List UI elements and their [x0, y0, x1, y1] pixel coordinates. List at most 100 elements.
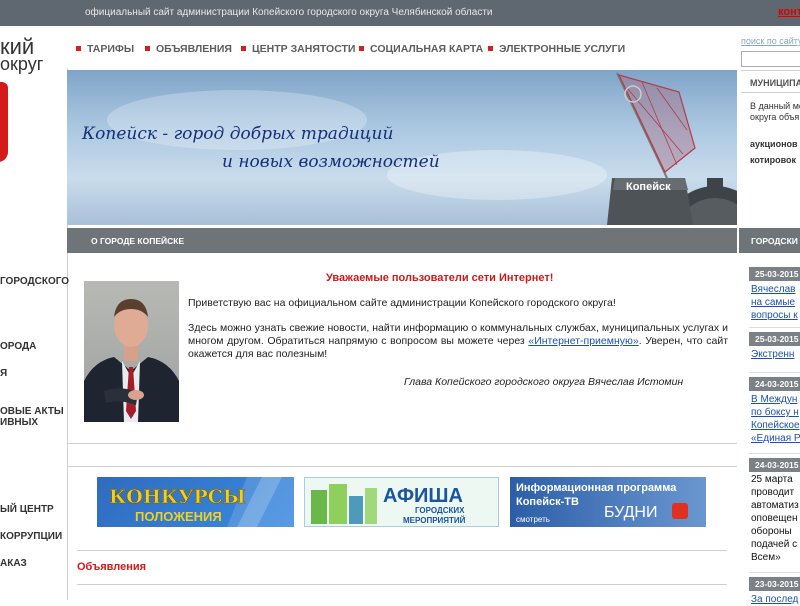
news-separator [749, 453, 800, 454]
news-text: оповещен [751, 513, 798, 524]
head-of-city-photo [84, 281, 179, 422]
top-bar: официальный сайт администрации Копейског… [0, 0, 800, 26]
search-input[interactable] [741, 51, 800, 67]
banner-slogan-line2: и новых возможностей [222, 152, 440, 172]
news-link[interactable]: вопросы к [751, 309, 798, 322]
news-date-bar: 25-03-2015 [749, 267, 800, 281]
nav-item-employment-center[interactable]: ЦЕНТР ЗАНЯТОСТИ [241, 43, 355, 55]
banner-title: Информационная программа [516, 482, 677, 494]
watch-link: смотреть [516, 515, 550, 524]
kopeysk-tv-banner[interactable]: Информационная программа Копейск-ТВ смот… [510, 477, 706, 527]
news-text: подачей с [751, 539, 798, 550]
contests-banner[interactable]: КОНКУРСЫ ПОЛОЖЕНИЯ [97, 477, 294, 527]
left-menu-item[interactable]: Я [0, 368, 7, 379]
news-date: 23-03-2015 [755, 579, 799, 589]
bullet-icon [241, 45, 246, 51]
left-menu-item[interactable]: ОРОДА [0, 341, 36, 352]
left-menu-item[interactable]: ЫЙ ЦЕНТР [0, 504, 54, 515]
news-date: 24-03-2015 [755, 379, 799, 389]
city-news-title: ГОРОДСКИ [751, 236, 798, 246]
hero-banner: Копейск [67, 70, 737, 225]
monument-label: Копейск [626, 181, 671, 193]
left-menu-item[interactable]: ОВЫЕ АКТЫ [0, 406, 64, 417]
news-date-bar: 24-03-2015 [749, 458, 800, 472]
divider [77, 550, 727, 551]
news-date: 25-03-2015 [755, 334, 799, 344]
section-title[interactable]: О ГОРОДЕ КОПЕЙСКЕ [91, 236, 184, 246]
news-date: 24-03-2015 [755, 460, 799, 470]
portrait-illustration [84, 299, 179, 422]
signature: Глава Копейского городского округа Вячес… [404, 376, 684, 388]
events-banner-art: АФИША ГОРОДСКИХ МЕРОПРИЯТИЙ [305, 478, 498, 526]
left-menu-item[interactable]: АКАЗ [0, 558, 27, 569]
left-menu-item[interactable]: ГОРОДСКОГО [0, 276, 69, 287]
bullet-icon [145, 45, 150, 51]
nav-label: ТАРИФЫ [87, 43, 135, 55]
divider [741, 70, 800, 71]
bullet-icon [359, 45, 364, 51]
section-header-bar: О ГОРОДЕ КОПЕЙСКЕ [67, 228, 737, 253]
quotations-link[interactable]: котировок [750, 155, 796, 165]
news-text: 25 марта [751, 474, 793, 485]
news-separator [749, 372, 800, 373]
logo-text-line2[interactable]: округ [0, 54, 43, 75]
news-text: Всем» [751, 552, 781, 563]
news-link[interactable]: на самые [751, 296, 795, 309]
divider [68, 466, 737, 467]
news-date-bar: 25-03-2015 [749, 332, 800, 346]
municipal-text: округа объя [750, 112, 800, 122]
news-date-bar: 23-03-2015 [749, 577, 800, 591]
tv-banner-art: Информационная программа Копейск-ТВ смот… [516, 482, 688, 524]
nav-item-social-card[interactable]: СОЦИАЛЬНАЯ КАРТА [359, 43, 483, 55]
contests-banner-art: КОНКУРСЫ ПОЛОЖЕНИЯ [109, 477, 294, 527]
news-link[interactable]: Копейское [751, 419, 800, 432]
search-label[interactable]: поиск по сайту [741, 36, 800, 49]
news-separator [749, 572, 800, 573]
nav-label: СОЦИАЛЬНАЯ КАРТА [370, 43, 484, 55]
top-right-link[interactable]: конт [778, 6, 800, 18]
bullet-icon [76, 45, 81, 51]
banner-subtitle: ГОРОДСКИХ [415, 506, 465, 515]
nav-item-e-services[interactable]: ЭЛЕКТРОННЫЕ УСЛУГИ [488, 43, 625, 55]
auctions-link[interactable]: аукционов [750, 139, 798, 149]
news-link[interactable]: «Единая Р [751, 432, 800, 445]
banner-subtitle: МЕРОПРИЯТИЙ [403, 516, 466, 525]
monument-illustration: Копейск [607, 72, 737, 225]
nav-label: ОБЪЯВЛЕНИЯ [156, 43, 232, 55]
news-link[interactable]: В Междун [751, 393, 797, 406]
welcome-paragraph: Здесь можно узнать свежие новости, найти… [188, 322, 728, 361]
municipal-text: В данный мо [750, 101, 800, 111]
banner-title: КОНКУРСЫ [109, 486, 246, 508]
events-poster-banner[interactable]: АФИША ГОРОДСКИХ МЕРОПРИЯТИЙ [304, 477, 499, 527]
banner-slogan-line1: Копейск - город добрых традиций [82, 124, 394, 144]
city-news-header: ГОРОДСКИ [739, 228, 800, 253]
welcome-text: Приветствую вас на официальном сайте адм… [188, 297, 616, 309]
news-text: обороны [751, 526, 792, 537]
news-date-bar: 24-03-2015 [749, 377, 800, 391]
internet-reception-link[interactable]: «Интернет-приемную» [528, 335, 638, 347]
welcome-heading: Уважаемые пользователи сети Интернет! [326, 272, 554, 284]
announcements-heading[interactable]: Объявления [77, 561, 146, 573]
banner-subtitle: БУДНИ [604, 504, 657, 521]
nav-item-tariffs[interactable]: ТАРИФЫ [76, 43, 134, 55]
banner-subtitle: ПОЛОЖЕНИЯ [135, 509, 222, 524]
divider [77, 584, 727, 585]
news-link[interactable]: по боксу н [751, 406, 799, 419]
nav-label: ЭЛЕКТРОННЫЕ УСЛУГИ [499, 43, 626, 55]
news-date: 25-03-2015 [755, 269, 799, 279]
left-menu-item[interactable]: КОРРУПЦИИ [0, 531, 62, 542]
news-link[interactable]: Экстренн [751, 348, 794, 361]
left-menu-item[interactable]: ИВНЫХ [0, 417, 38, 428]
banner-title: Копейск-ТВ [516, 496, 579, 508]
bullet-icon [488, 45, 493, 51]
divider [68, 443, 737, 444]
banner-title: АФИША [383, 485, 463, 507]
divider [741, 92, 800, 93]
coat-of-arms-emblem [0, 82, 8, 162]
site-title: официальный сайт администрации Копейског… [85, 7, 493, 18]
news-text: проводит [751, 487, 795, 498]
news-link[interactable]: Вячеслав [751, 283, 795, 296]
municipal-procurement-title: МУНИЦИПАЛ [750, 78, 800, 88]
nav-item-announcements[interactable]: ОБЪЯВЛЕНИЯ [145, 43, 232, 55]
news-text: автоматиз [751, 500, 799, 511]
